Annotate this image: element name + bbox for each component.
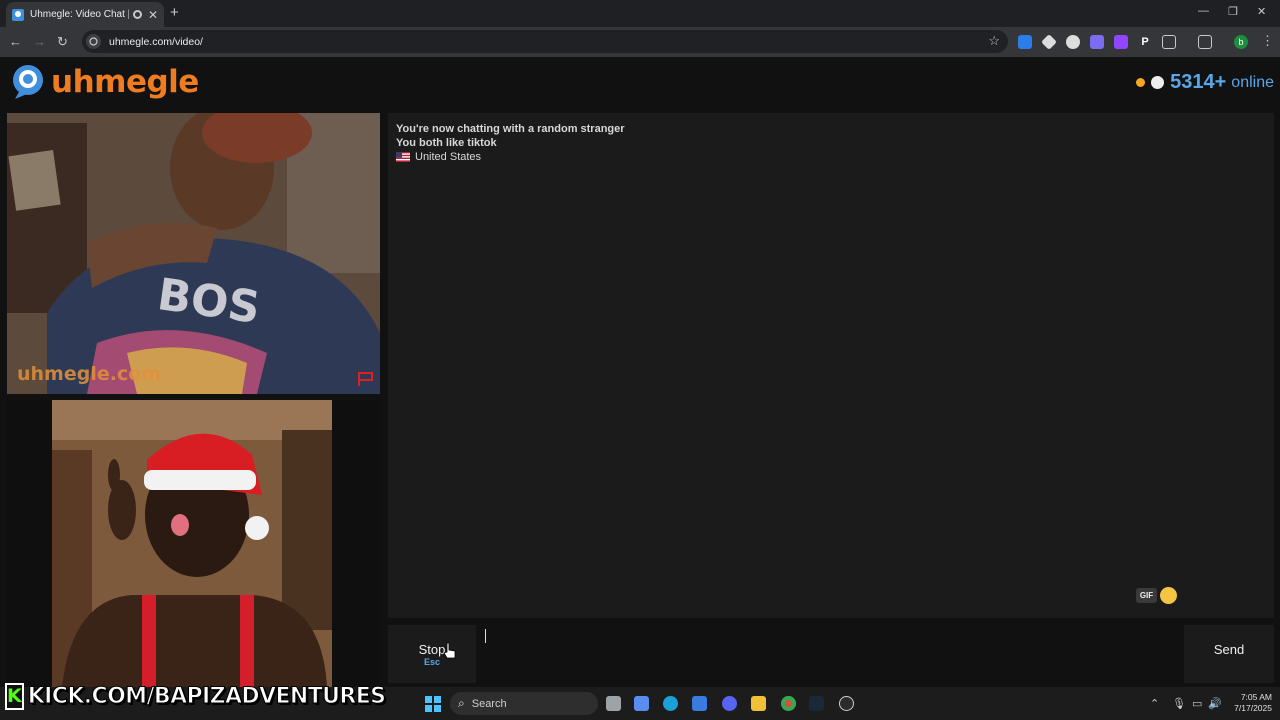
uhmegle-logo-icon [13,65,43,99]
tray-overflow-icon[interactable]: ⌃ [1150,697,1159,710]
minimize-button[interactable]: — [1198,5,1209,17]
chat-status-line: You're now chatting with a random strang… [396,123,625,135]
browser-toolbar: ← → ↻ uhmegle.com/video/ ☆ [0,27,1280,57]
new-tab-button[interactable]: + [170,4,179,21]
theme-toggle-icon[interactable] [1151,76,1165,89]
text-caret [485,629,486,643]
extension-icon[interactable] [1018,35,1032,49]
extension-icon[interactable] [1066,35,1080,49]
chat-country: United States [415,151,482,163]
send-button[interactable]: Send [1184,625,1274,683]
kick-overlay-text: KICK.COM/BAPIZADVENTURES [27,683,386,709]
logo-text: uhmegle [51,64,199,100]
self-video-frame [52,400,332,687]
self-video [52,400,332,687]
page-content: uhmegle 5314+ online BOS uhmegle.com You… [0,57,1280,687]
emoji-icon[interactable] [1160,587,1177,604]
paypal-extension-icon[interactable]: P [1138,35,1152,49]
online-count: 5314+ [1170,71,1227,93]
profile-avatar[interactable]: b [1234,35,1248,49]
volume-icon[interactable]: 🔊 [1208,697,1222,710]
copilot-icon[interactable] [634,696,649,711]
site-info-icon[interactable] [86,34,101,49]
url-text: uhmegle.com/video/ [109,35,203,48]
uhmegle-watermark: uhmegle.com [17,363,162,385]
side-panel-icon[interactable] [1198,35,1212,49]
self-video-container [7,400,380,687]
address-bar[interactable]: uhmegle.com/video/ ☆ [82,30,1008,53]
microphone-icon[interactable]: 🎙 [1172,697,1186,710]
restore-button[interactable]: ❐ [1228,5,1238,18]
stop-button[interactable]: Stop Esc [388,625,476,683]
browser-tab[interactable]: Uhmegle: Video Chat | Ome ✕ [6,2,164,27]
file-explorer-icon[interactable] [751,696,766,711]
twitch-extension-icon[interactable] [1114,35,1128,49]
tab-title: Uhmegle: Video Chat | Ome [30,9,129,20]
uhmegle-favicon-icon [12,8,24,21]
clock-time: 7:05 AM [1240,692,1272,702]
clock-date: 7/17/2025 [1234,703,1272,713]
steam-icon[interactable] [809,696,824,711]
bookmark-star-icon[interactable]: ☆ [988,33,1000,49]
gif-button[interactable]: GIF [1136,588,1157,603]
message-input[interactable] [480,625,1180,683]
taskbar-clock[interactable]: 7:05 AM 7/17/2025 [1234,692,1272,714]
browser-tabstrip: Uhmegle: Video Chat | Ome ✕ + — ❐ ✕ [0,0,1280,27]
edge-icon[interactable] [663,696,678,711]
menu-kebab-icon[interactable]: ⋮ [1261,33,1274,49]
network-icon[interactable]: ▭ [1192,697,1202,710]
forward-icon[interactable]: → [33,34,46,49]
discord-icon[interactable] [722,696,737,711]
online-counter: 5314+ online [1136,71,1274,94]
kick-logo-icon: K [5,682,24,710]
chat-interest-line: You both like tiktok [396,137,497,149]
us-flag-icon [396,152,410,162]
online-label: online [1231,73,1274,91]
stop-label: Stop [418,642,446,657]
recording-icon [132,10,142,19]
stranger-video-frame: BOS [7,113,380,394]
tab-close-icon[interactable]: ✕ [148,8,158,22]
taskbar-search[interactable]: ⌕ Search [450,692,598,715]
extension-icon[interactable] [1090,35,1104,49]
search-icon: ⌕ [458,696,465,710]
windows-start-icon[interactable] [425,696,441,712]
task-view-icon[interactable] [606,696,621,711]
chrome-icon[interactable] [781,696,796,711]
stranger-video: BOS uhmegle.com [7,113,380,394]
extensions-puzzle-icon[interactable] [1162,35,1176,49]
site-logo[interactable]: uhmegle [8,62,199,102]
send-label: Send [1213,642,1245,657]
hand-cursor-icon [443,642,456,659]
chat-country-line: United States [396,150,1266,164]
taskbar-search-label: Search [471,697,507,710]
obs-icon[interactable] [839,696,854,711]
kick-overlay: K KICK.COM/BAPIZADVENTURES [5,681,386,711]
reload-icon[interactable]: ↻ [57,34,68,50]
store-icon[interactable] [692,696,707,711]
stop-shortcut: Esc [423,657,440,667]
report-flag-icon[interactable] [357,371,375,387]
back-icon[interactable]: ← [9,34,22,49]
close-window-button[interactable]: ✕ [1257,5,1266,18]
status-dot-icon [1136,78,1146,87]
chat-log: You're now chatting with a random strang… [388,113,1274,618]
